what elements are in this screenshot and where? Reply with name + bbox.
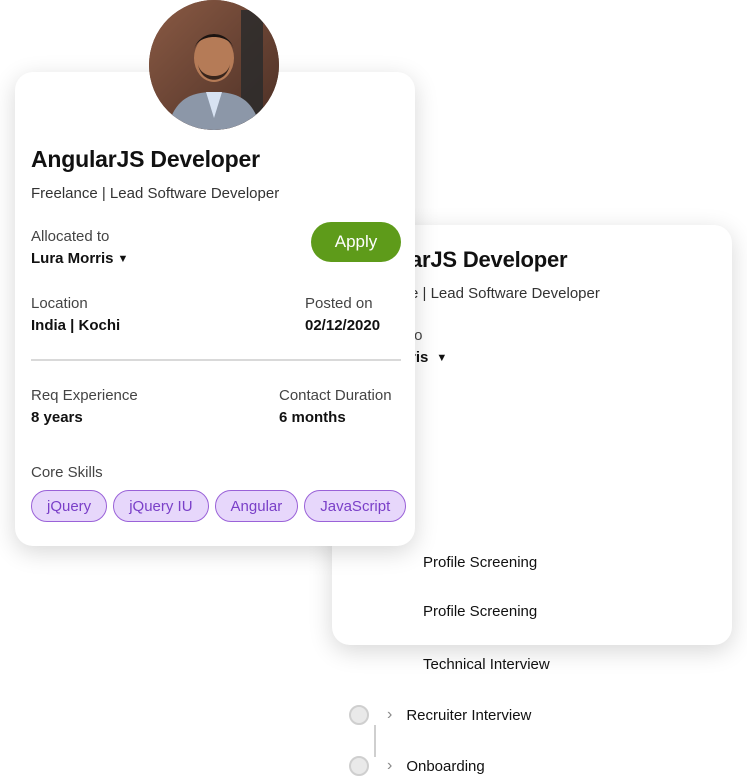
duration-label: Contact Duration <box>279 387 392 404</box>
skill-tag[interactable]: jQuery IU <box>113 490 209 522</box>
step-item[interactable]: Technical Interview <box>409 654 550 674</box>
avatar-photo <box>149 0 279 130</box>
allocated-label: Allocated to <box>31 228 110 245</box>
posted-value: 02/12/2020 <box>305 317 381 334</box>
step-label: Technical Interview <box>423 655 550 673</box>
step-label: Onboarding <box>406 757 485 775</box>
apply-button[interactable]: Apply <box>311 222 401 262</box>
allocated-name: Lura Morris <box>31 250 114 267</box>
location-value: India | Kochi <box>31 317 121 334</box>
skill-tag[interactable]: jQuery <box>31 490 108 522</box>
step-item[interactable]: › Recruiter Interview <box>349 705 531 725</box>
step-item[interactable]: › Onboarding <box>349 756 485 776</box>
step-connector <box>374 725 376 757</box>
experience-value: 8 years <box>31 409 83 426</box>
back-card-content: arJS Developer e | Lead Software Develop… <box>410 225 732 645</box>
divider <box>31 359 401 361</box>
core-skills-label: Core Skills <box>31 464 103 481</box>
allocated-dropdown[interactable]: Lura Morris ▼ <box>31 250 128 267</box>
step-circle-icon <box>349 705 369 725</box>
posted-label: Posted on <box>305 295 373 312</box>
caret-down-icon: ▼ <box>436 351 448 364</box>
step-label: Profile Screening <box>423 553 538 571</box>
step-label: Profile Screening <box>423 602 538 620</box>
caret-down-icon: ▼ <box>117 252 129 265</box>
skills-list: jQuery jQuery IU Angular JavaScript <box>31 490 407 522</box>
chevron-right-icon: › <box>387 757 393 774</box>
location-label: Location <box>31 295 88 312</box>
job-detail-card-front: AngularJS Developer Freelance | Lead Sof… <box>15 0 415 546</box>
back-card-title: arJS Developer <box>410 247 568 272</box>
duration-value: 6 months <box>279 409 346 426</box>
chevron-right-icon: › <box>387 706 393 723</box>
step-label: Recruiter Interview <box>406 706 532 724</box>
avatar <box>149 0 279 130</box>
back-card-subtitle: e | Lead Software Developer <box>410 285 600 302</box>
step-circle-icon <box>349 756 369 776</box>
experience-label: Req Experience <box>31 387 138 404</box>
skill-tag[interactable]: Angular <box>214 490 299 522</box>
step-item[interactable]: Profile Screening <box>409 601 537 621</box>
skill-tag[interactable]: JavaScript <box>304 490 407 522</box>
step-item[interactable]: Profile Screening <box>409 552 537 572</box>
job-title: AngularJS Developer <box>31 146 260 172</box>
back-card-allocated-name[interactable]: ris ▼ <box>410 349 447 366</box>
job-subtitle: Freelance | Lead Software Developer <box>31 185 280 202</box>
